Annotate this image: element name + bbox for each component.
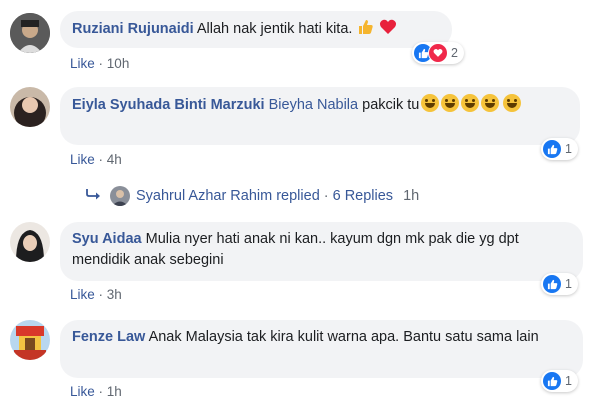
heart-emoji-icon <box>379 18 397 43</box>
comment-time[interactable]: 4h <box>107 152 122 167</box>
like-reaction-icon <box>543 372 561 390</box>
replier-name[interactable]: Syahrul Azhar Rahim replied <box>136 188 320 204</box>
like-reaction-icon <box>543 275 561 293</box>
comment-text: Anak Malaysia tak kira kulit warna apa. … <box>148 329 539 345</box>
comment-meta: Like · 1h <box>70 384 122 399</box>
comment-text: Allah nak jentik hati kita. <box>196 21 353 37</box>
comment-meta: Like · 4h <box>70 152 122 167</box>
laughing-emoji-icon <box>481 94 500 112</box>
like-link[interactable]: Like <box>70 287 95 302</box>
reaction-count: 1 <box>565 277 572 291</box>
comment-meta: Like · 10h <box>70 56 129 71</box>
avatar[interactable] <box>10 87 50 127</box>
reply-arrow-icon <box>86 188 102 204</box>
comment-time[interactable]: 1h <box>107 384 122 399</box>
comment-time[interactable]: 3h <box>107 287 122 302</box>
avatar[interactable] <box>10 222 50 262</box>
meta-separator: · <box>98 287 104 302</box>
comment-author[interactable]: Ruziani Rujunaidi <box>72 21 194 37</box>
avatar[interactable] <box>10 320 50 360</box>
view-replies-link[interactable]: Syahrul Azhar Rahim replied · 6 Replies … <box>86 186 419 206</box>
tagged-user-link[interactable]: Bieyha Nabila <box>269 97 358 113</box>
love-reaction-icon <box>428 43 448 63</box>
comment-author[interactable]: Syu Aidaa <box>72 231 142 247</box>
replies-separator: · <box>323 188 329 204</box>
comment-time[interactable]: 10h <box>107 56 130 71</box>
comment-bubble: Eiyla Syuhada Binti Marzuki Bieyha Nabil… <box>60 87 580 145</box>
laughing-emoji-icon <box>461 94 480 112</box>
like-link[interactable]: Like <box>70 56 95 71</box>
comment-author[interactable]: Eiyla Syuhada Binti Marzuki <box>72 97 265 113</box>
comment-text: pakcik tu <box>362 97 420 113</box>
reaction-count: 2 <box>451 46 458 60</box>
like-link[interactable]: Like <box>70 384 95 399</box>
meta-separator: · <box>98 152 104 167</box>
reaction-summary[interactable]: 1 <box>541 370 578 392</box>
reaction-summary[interactable]: 1 <box>541 273 578 295</box>
reaction-count: 1 <box>565 374 572 388</box>
avatar[interactable] <box>10 13 50 53</box>
replies-count[interactable]: 6 Replies <box>333 188 393 204</box>
comment-bubble: Syu Aidaa Mulia nyer hati anak ni kan.. … <box>60 222 583 281</box>
comment-bubble: Ruziani Rujunaidi Allah nak jentik hati … <box>60 11 452 48</box>
meta-separator: · <box>98 56 104 71</box>
meta-separator: · <box>98 384 104 399</box>
laughing-emoji-icon <box>441 94 460 112</box>
replier-avatar <box>110 186 130 206</box>
reaction-count: 1 <box>565 142 572 156</box>
comment-author[interactable]: Fenze Law <box>72 329 145 345</box>
replies-time: 1h <box>403 188 420 204</box>
laughing-emoji-icon <box>421 94 440 112</box>
reaction-summary[interactable]: 1 <box>541 138 578 160</box>
thumbs-up-emoji-icon <box>356 18 374 43</box>
comment-meta: Like · 3h <box>70 287 122 302</box>
laughing-emoji-icon <box>503 94 522 112</box>
like-reaction-icon <box>543 140 561 158</box>
like-link[interactable]: Like <box>70 152 95 167</box>
comment-bubble: Fenze Law Anak Malaysia tak kira kulit w… <box>60 320 583 378</box>
reaction-summary[interactable]: 2 <box>412 42 464 64</box>
